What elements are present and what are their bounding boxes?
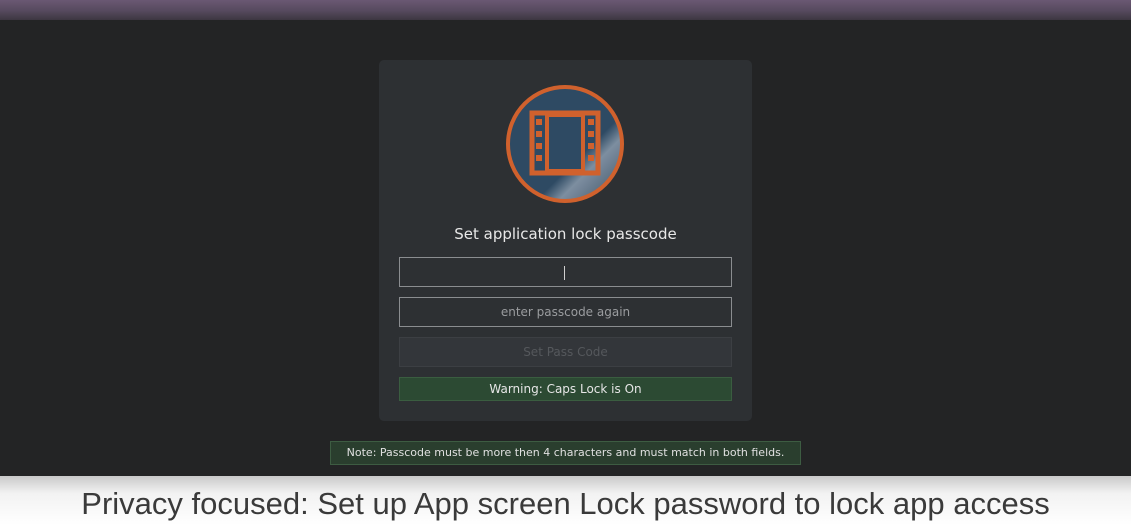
passcode-dialog: Set application lock passcode Set Pass C… xyxy=(379,60,752,421)
caps-lock-warning: Warning: Caps Lock is On xyxy=(399,377,732,401)
passcode-input[interactable] xyxy=(399,257,732,287)
set-pass-code-button[interactable]: Set Pass Code xyxy=(399,337,732,367)
film-strip-icon xyxy=(506,85,624,203)
confirm-passcode-input[interactable] xyxy=(399,297,732,327)
caption-text: Privacy focused: Set up App screen Lock … xyxy=(81,486,1050,521)
page: Set application lock passcode Set Pass C… xyxy=(0,0,1131,525)
dialog-title: Set application lock passcode xyxy=(454,225,677,243)
passcode-note: Note: Passcode must be more then 4 chara… xyxy=(330,441,801,465)
text-cursor xyxy=(564,266,565,280)
